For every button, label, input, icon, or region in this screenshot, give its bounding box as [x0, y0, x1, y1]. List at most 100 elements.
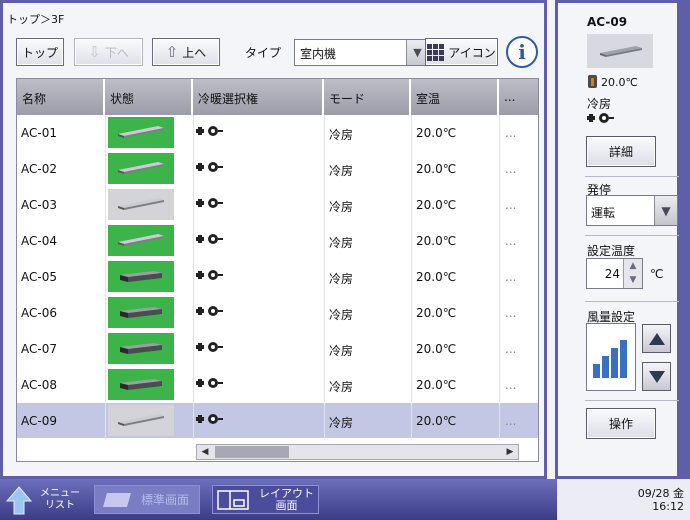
down-button[interactable]: ⇩ 下へ	[74, 38, 143, 66]
setpoint-spin[interactable]: ▲ ▼	[623, 259, 642, 288]
unit-state-icon[interactable]	[108, 261, 174, 292]
heat-cool-right-icon	[587, 111, 615, 128]
table-row[interactable]: AC-07 冷房 20.0℃...	[17, 331, 538, 367]
up-button[interactable]: ⇧ 上へ	[152, 38, 220, 66]
column-divider	[411, 295, 412, 331]
horizontal-scrollbar[interactable]: ◀ ▶	[17, 443, 538, 461]
unit-state-icon[interactable]	[108, 369, 174, 400]
column-divider	[499, 259, 500, 295]
unit-mode: 冷房	[329, 308, 354, 322]
column-header-name[interactable]: 名称	[17, 79, 105, 115]
unit-state-icon[interactable]	[108, 189, 174, 220]
table-row[interactable]: AC-09 冷房 20.0℃...	[17, 403, 538, 439]
column-divider	[411, 367, 412, 403]
unit-state-icon[interactable]	[108, 405, 174, 436]
column-header-more[interactable]: ...	[499, 79, 538, 115]
unit-state-icon[interactable]	[108, 333, 174, 364]
table-row[interactable]: AC-01 冷房 20.0℃...	[17, 115, 538, 151]
unit-room-temp: 20.0℃	[416, 306, 457, 320]
heat-cool-right-icon	[196, 223, 224, 259]
heat-cool-right-icon	[196, 367, 224, 403]
unit-name: AC-01	[21, 126, 57, 140]
fan-down-button[interactable]	[642, 362, 671, 391]
column-header-state[interactable]: 状態	[105, 79, 193, 115]
chevron-down-icon[interactable]: ▼	[654, 196, 677, 225]
column-divider	[324, 331, 325, 367]
up-button-label: 上へ	[182, 45, 207, 60]
column-divider	[105, 259, 106, 295]
scroll-right-icon[interactable]: ▶	[502, 445, 518, 459]
unit-more: ...	[505, 126, 517, 140]
unit-name: AC-03	[21, 198, 57, 212]
info-icon[interactable]: i	[506, 36, 538, 68]
menu-label-line2: リスト	[45, 499, 75, 511]
layout-screen-button[interactable]: レイアウト 画面	[212, 485, 319, 514]
column-header-mode[interactable]: モード	[324, 79, 411, 115]
column-divider	[193, 223, 194, 259]
fan-level-bar	[611, 348, 618, 378]
unit-mode: 冷房	[329, 344, 354, 358]
arrow-up-icon	[6, 485, 32, 514]
icon-view-button[interactable]: アイコン	[425, 38, 498, 66]
unit-state-icon[interactable]	[108, 117, 174, 148]
setpoint-stepper[interactable]: 24 ▲ ▼	[586, 258, 643, 289]
unit-room-temp: 20.0℃	[416, 162, 457, 176]
onoff-select[interactable]: 運転 ▼	[586, 195, 678, 226]
fan-level-bar	[620, 340, 627, 378]
breadcrumb[interactable]: トップ＞3F	[7, 11, 64, 27]
column-divider	[499, 295, 500, 331]
unit-state-icon[interactable]	[108, 153, 174, 184]
standard-screen-button[interactable]: 標準画面	[94, 485, 200, 514]
heat-cool-right-icon	[196, 115, 224, 151]
column-divider	[193, 187, 194, 223]
type-select[interactable]: 室内機 ▼	[294, 39, 429, 66]
unit-mode: 冷房	[329, 236, 354, 250]
table-row[interactable]: AC-08 冷房 20.0℃...	[17, 367, 538, 403]
menu-list-button[interactable]: メニュー リスト	[0, 479, 83, 520]
detail-button[interactable]: 詳細	[586, 136, 656, 167]
column-divider	[499, 223, 500, 259]
spin-up-icon[interactable]: ▲	[624, 259, 642, 273]
type-label: タイプ	[245, 46, 282, 60]
scroll-left-icon[interactable]: ◀	[197, 445, 213, 459]
standard-screen-icon	[103, 492, 131, 507]
top-button-label: トップ	[21, 45, 58, 60]
column-divider	[324, 259, 325, 295]
operate-button[interactable]: 操作	[586, 408, 656, 439]
column-header-room-temp[interactable]: 室温	[411, 79, 499, 115]
fan-up-button[interactable]	[642, 324, 671, 353]
selected-unit-icon	[587, 34, 653, 68]
unit-more: ...	[505, 414, 517, 428]
layout-label-line1: レイアウト	[259, 486, 314, 500]
setpoint-value: 24	[604, 267, 620, 281]
date-text: 09/28 金	[637, 487, 684, 500]
scrollbar-track[interactable]: ◀ ▶	[196, 444, 519, 460]
scrollbar-thumb[interactable]	[215, 446, 289, 458]
unit-state-icon[interactable]	[108, 297, 174, 328]
table-row[interactable]: AC-06 冷房 20.0℃...	[17, 295, 538, 331]
setpoint-unit: ℃	[650, 267, 664, 281]
thermometer-icon	[588, 75, 597, 88]
table-row[interactable]: AC-05 冷房 20.0℃...	[17, 259, 538, 295]
taskbar: メニュー リスト 標準画面 レイアウト 画面 09/28 金 16:12	[0, 479, 690, 520]
table-header: 名称 状態 冷暖選択権 モード 室温 ...	[17, 79, 538, 115]
unit-mode: 冷房	[329, 272, 354, 286]
table-row[interactable]: AC-02 冷房 20.0℃...	[17, 151, 538, 187]
table-row[interactable]: AC-03 冷房 20.0℃...	[17, 187, 538, 223]
column-divider	[105, 367, 106, 403]
heat-cool-right-icon	[196, 331, 224, 367]
column-divider	[324, 403, 325, 439]
type-select-value: 室内機	[300, 47, 337, 61]
top-button[interactable]: トップ	[16, 38, 64, 66]
unit-name: AC-06	[21, 306, 57, 320]
unit-state-icon[interactable]	[108, 225, 174, 256]
unit-more: ...	[505, 162, 517, 176]
triangle-up-icon	[648, 332, 665, 345]
datetime: 09/28 金 16:12	[638, 487, 684, 513]
unit-mode: 冷房	[329, 164, 354, 178]
table-row[interactable]: AC-04 冷房 20.0℃...	[17, 223, 538, 259]
layout-label-line2: 画面	[275, 498, 298, 512]
column-divider	[411, 223, 412, 259]
spin-down-icon[interactable]: ▼	[624, 273, 642, 287]
column-header-heat-cool-right[interactable]: 冷暖選択権	[193, 79, 324, 115]
